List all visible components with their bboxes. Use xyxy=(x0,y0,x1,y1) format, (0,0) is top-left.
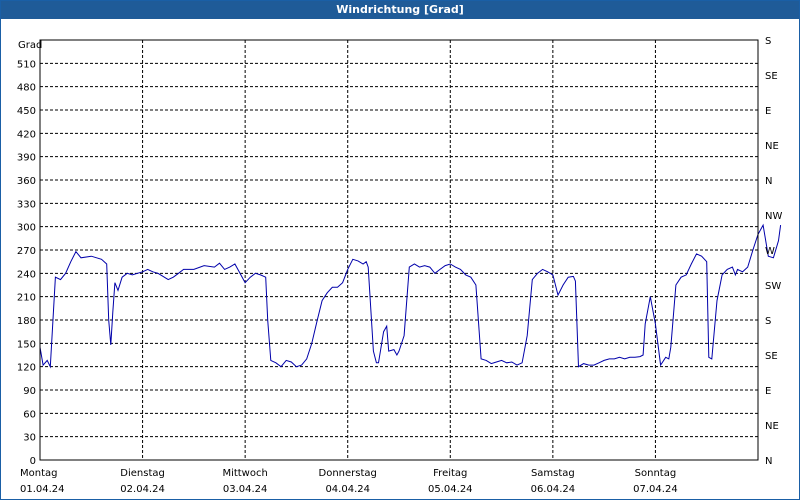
y2-tick-label: NW xyxy=(765,211,782,222)
y-tick-label: 120 xyxy=(17,363,36,374)
y-tick-label: 60 xyxy=(23,409,36,420)
y2-tick-label: E xyxy=(765,386,771,397)
x-tick-day: Samstag xyxy=(531,468,575,479)
y2-tick-label: N xyxy=(765,176,772,187)
x-tick-day: Mittwoch xyxy=(222,468,267,479)
y-tick-label: 210 xyxy=(17,293,36,304)
series-line-0 xyxy=(39,223,782,369)
y-axis-left: 0 30 60 90 120 150 180 210 240 270 300 330 360 390 420… xyxy=(17,59,36,467)
y2-tick-label: S xyxy=(765,36,771,47)
y2-tick-label: NE xyxy=(765,141,779,152)
y-tick-label: 390 xyxy=(17,153,36,164)
y-axis-right: N NE E SE S SW W NW N NE E SE S xyxy=(765,36,782,467)
y2-tick-label: N xyxy=(765,456,772,467)
y-tick-label: 480 xyxy=(17,83,36,94)
x-tick-date: 01.04.24 xyxy=(20,484,65,495)
x-axis: Montag 01.04.24 Dienstag 02.04.24 Mittwoch 03… xyxy=(20,468,678,495)
x-tick-date: 04.04.24 xyxy=(325,484,370,495)
series-layer xyxy=(39,223,782,369)
y-tick-label: 300 xyxy=(17,223,36,234)
y2-tick-label: SE xyxy=(765,71,778,82)
x-tick-day: Sonntag xyxy=(635,468,677,479)
x-tick-day: Donnerstag xyxy=(319,468,377,479)
x-tick-date: 06.04.24 xyxy=(531,484,576,495)
y-tick-label: 150 xyxy=(17,339,36,350)
y-tick-label: 90 xyxy=(23,386,36,397)
y-tick-label: 0 xyxy=(30,456,36,467)
y-axis-label: Grad xyxy=(18,40,42,51)
y2-tick-label: E xyxy=(765,106,771,117)
y-tick-label: 180 xyxy=(17,316,36,327)
y-tick-label: 510 xyxy=(17,59,36,70)
x-tick-date: 05.04.24 xyxy=(428,484,473,495)
y2-tick-label: NE xyxy=(765,421,779,432)
y-tick-label: 30 xyxy=(23,433,36,444)
y-tick-label: 450 xyxy=(17,106,36,117)
grid xyxy=(40,40,758,460)
x-tick-date: 02.04.24 xyxy=(120,484,165,495)
y-tick-label: 330 xyxy=(17,199,36,210)
y-tick-label: 270 xyxy=(17,246,36,257)
x-tick-day: Dienstag xyxy=(120,468,165,479)
x-tick-day: Montag xyxy=(20,468,57,479)
wind-direction-chart: 0 30 60 90 120 150 180 210 240 270 300 330 360 390 420… xyxy=(17,36,783,495)
y2-tick-label: SW xyxy=(765,281,781,292)
y-tick-label: 240 xyxy=(17,269,36,280)
y-tick-label: 420 xyxy=(17,129,36,140)
y2-tick-label: SE xyxy=(765,351,778,362)
y2-tick-label: S xyxy=(765,316,771,327)
x-tick-date: 07.04.24 xyxy=(633,484,678,495)
x-tick-day: Freitag xyxy=(433,468,467,479)
y-tick-label: 360 xyxy=(17,176,36,187)
y2-tick-label: W xyxy=(765,246,775,257)
x-tick-date: 03.04.24 xyxy=(223,484,268,495)
